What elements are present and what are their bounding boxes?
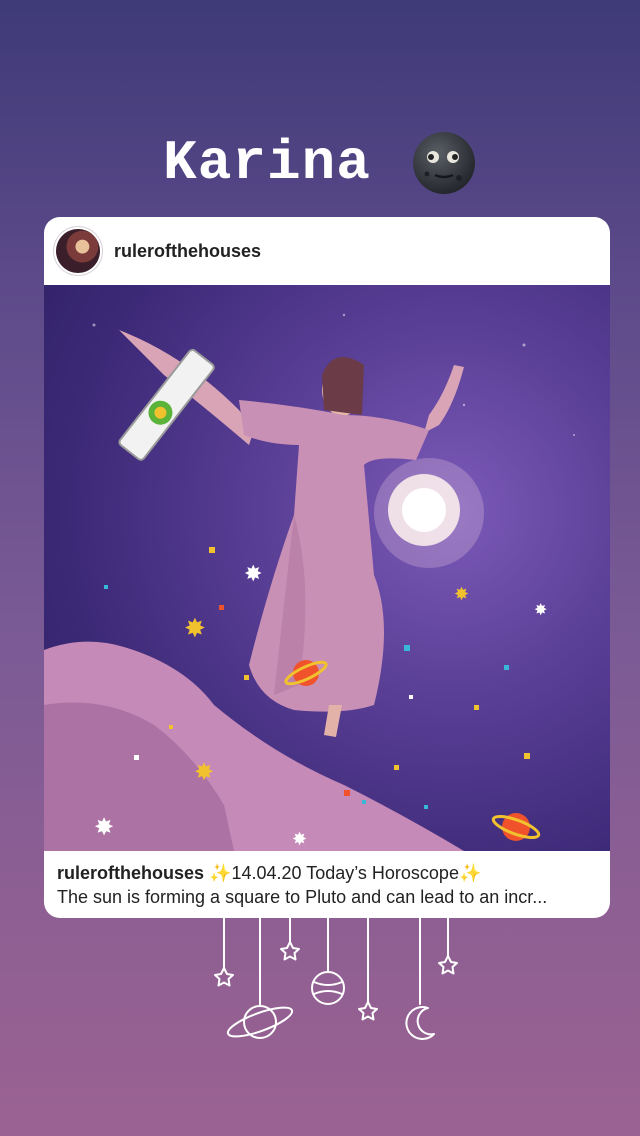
post-image[interactable]: ✸ ✸ ✸ ✸ ✸ ✸ ✸ bbox=[44, 285, 610, 851]
caption-title: ✨14.04.20 Today’s Horoscope✨ bbox=[209, 863, 482, 883]
hanging-planet-icon bbox=[311, 918, 345, 1005]
caption-line-1: rulerofthehouses ✨14.04.20 Today’s Horos… bbox=[57, 861, 597, 885]
hanging-star-icon bbox=[214, 918, 234, 987]
svg-text:✸: ✸ bbox=[184, 614, 206, 644]
hanging-star-icon bbox=[358, 918, 378, 1021]
post-username[interactable]: rulerofthehouses bbox=[114, 241, 261, 262]
post-card[interactable]: rulerofthehouses ✸ ✸ ✸ ✸ ✸ ✸ ✸ rulerofth… bbox=[44, 217, 610, 918]
svg-text:✸: ✸ bbox=[94, 813, 114, 841]
svg-text:✸: ✸ bbox=[194, 758, 214, 786]
hanging-star-icon bbox=[280, 918, 300, 961]
post-header: rulerofthehouses bbox=[44, 217, 610, 285]
hanging-star-icon bbox=[438, 918, 458, 975]
hanging-saturn-icon bbox=[226, 918, 294, 1039]
post-caption[interactable]: rulerofthehouses ✨14.04.20 Today’s Horos… bbox=[57, 861, 597, 909]
story-title: Karina bbox=[163, 131, 371, 195]
new-moon-face-icon bbox=[412, 132, 475, 194]
avatar[interactable] bbox=[56, 229, 100, 273]
svg-text:✸: ✸ bbox=[244, 562, 262, 587]
svg-text:✸: ✸ bbox=[292, 829, 307, 850]
story-title-row: Karina bbox=[0, 128, 640, 198]
caption-username[interactable]: rulerofthehouses bbox=[57, 863, 204, 883]
caption-text: The sun is forming a square to Pluto and… bbox=[57, 887, 548, 907]
hanging-crescent-moon-icon bbox=[405, 918, 435, 1040]
planet-sticker-2 bbox=[491, 813, 541, 841]
svg-text:✸: ✸ bbox=[454, 584, 469, 605]
svg-text:✸: ✸ bbox=[534, 600, 547, 619]
hanging-celestial-decorations bbox=[214, 918, 458, 1040]
